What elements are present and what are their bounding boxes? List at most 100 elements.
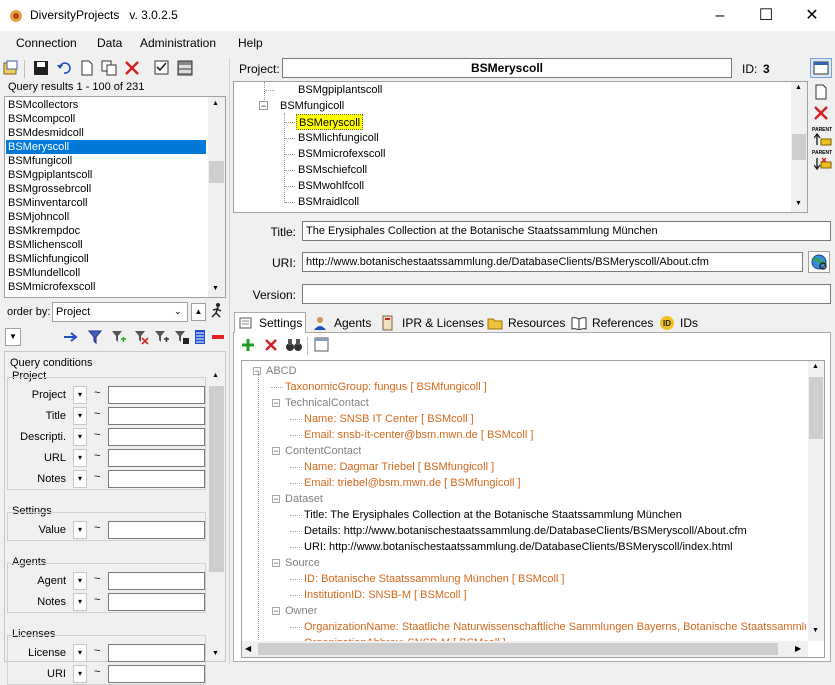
setting-node[interactable]: Email: snsb-it-center@bsm.mwn.de [ BSMco…	[304, 427, 533, 443]
copy-icon[interactable]	[101, 60, 117, 76]
condition-input[interactable]	[108, 521, 205, 539]
uri-field[interactable]: http://www.botanischestaatssammlung.de/D…	[302, 252, 803, 272]
operator-dropdown[interactable]: ▾	[73, 572, 87, 590]
result-item[interactable]: BSMinventarcoll	[6, 196, 206, 210]
maximize-button[interactable]: ☐	[743, 0, 789, 31]
setting-node[interactable]: Title: The Erysiphales Collection at the…	[304, 507, 682, 523]
result-item[interactable]: BSMmicrofexscoll	[6, 280, 206, 294]
tree-expander[interactable]: −	[272, 447, 280, 456]
sort-ascending-button[interactable]: ▲	[191, 303, 206, 321]
tab-settings[interactable]: Settings	[234, 312, 306, 333]
scroll-thumb[interactable]	[792, 134, 806, 160]
hierarchy-node[interactable]: BSMgpiplantscoll	[296, 82, 384, 98]
new-document-icon[interactable]	[814, 84, 828, 100]
operator-dropdown[interactable]: ▾	[73, 521, 87, 539]
tree-expander[interactable]: −	[272, 607, 280, 616]
tab-agents[interactable]: Agents	[310, 313, 372, 333]
setting-node[interactable]: ContentContact	[285, 443, 361, 459]
scroll-down-icon[interactable]: ▼	[795, 200, 802, 207]
scroll-left-icon[interactable]: ◀	[245, 644, 251, 653]
menu-administration[interactable]: Administration	[140, 36, 216, 50]
result-item[interactable]: BSMlichfungicoll	[6, 252, 206, 266]
scroll-thumb[interactable]	[258, 643, 778, 655]
menu-data[interactable]: Data	[97, 36, 122, 50]
condition-input[interactable]	[108, 644, 205, 662]
delete-setting-icon[interactable]	[263, 337, 279, 353]
condition-input[interactable]	[108, 386, 205, 404]
scroll-thumb[interactable]	[209, 386, 224, 572]
project-name-field[interactable]: BSMeryscoll	[282, 58, 732, 78]
tab-ids[interactable]: ID IDs	[656, 313, 702, 333]
save-icon[interactable]	[33, 60, 49, 76]
tree-expander[interactable]: −	[253, 367, 261, 376]
set-parent-button[interactable]: PARENT	[812, 127, 832, 147]
scroll-right-icon[interactable]: ▶	[795, 644, 801, 653]
setting-node[interactable]: TechnicalContact	[285, 395, 369, 411]
scroll-down-icon[interactable]: ▼	[212, 650, 219, 657]
filter-save-icon[interactable]	[173, 329, 189, 345]
hierarchy-node[interactable]: BSMmicrofexscoll	[296, 146, 387, 162]
minus-icon[interactable]	[211, 329, 225, 345]
result-item[interactable]: BSMlichenscoll	[6, 238, 206, 252]
operator-dropdown[interactable]: ▾	[73, 593, 87, 611]
operator-dropdown[interactable]: ▾	[73, 449, 87, 467]
settings-scrollbar-v[interactable]: ▲ ▼	[808, 361, 824, 641]
condition-input[interactable]	[108, 572, 205, 590]
setting-node[interactable]: Name: SNSB IT Center [ BSMcoll ]	[304, 411, 474, 427]
hierarchy-scrollbar[interactable]: ▲ ▼	[791, 82, 807, 212]
open-browser-button[interactable]	[808, 251, 830, 273]
tab-references[interactable]: References	[568, 313, 653, 333]
scroll-up-icon[interactable]: ▲	[795, 84, 802, 91]
version-field[interactable]	[302, 284, 831, 304]
new-icon[interactable]	[79, 60, 95, 76]
menu-help[interactable]: Help	[238, 36, 263, 50]
hierarchy-node[interactable]: BSMlichfungicoll	[296, 130, 381, 146]
window-list-icon[interactable]	[314, 337, 330, 353]
result-item[interactable]: BSMjohncoll	[6, 210, 206, 224]
setting-node[interactable]: ABCD	[266, 363, 297, 379]
order-by-select[interactable]: Project ⌄	[52, 302, 188, 322]
setting-node[interactable]: Owner	[285, 603, 317, 619]
collapse-conditions-button[interactable]: ▼	[5, 328, 21, 346]
splitter[interactable]	[229, 58, 230, 664]
settings-scrollbar-h[interactable]: ◀ ▶	[242, 641, 808, 657]
condition-input[interactable]	[108, 449, 205, 467]
scroll-thumb[interactable]	[209, 161, 224, 183]
setting-node[interactable]: Dataset	[285, 491, 323, 507]
operator-dropdown[interactable]: ▾	[73, 470, 87, 488]
setting-node[interactable]: ID: Botanische Staatssammlung München [ …	[304, 571, 564, 587]
setting-node[interactable]: TaxonomicGroup: fungus [ BSMfungicoll ]	[285, 379, 487, 395]
operator-dropdown[interactable]: ▾	[73, 428, 87, 446]
result-item[interactable]: BSMdesmidcoll	[6, 126, 206, 140]
list-view-icon[interactable]	[193, 329, 207, 345]
scroll-down-icon[interactable]: ▼	[212, 285, 219, 292]
condition-input[interactable]	[108, 593, 205, 611]
arrow-right-icon[interactable]	[62, 329, 80, 345]
add-icon[interactable]	[240, 337, 256, 353]
condition-input[interactable]	[108, 428, 205, 446]
tree-expander[interactable]: −	[272, 559, 280, 568]
filter-list-icon[interactable]	[153, 329, 169, 345]
remove-parent-button[interactable]: PARENT	[812, 150, 832, 170]
hierarchy-node[interactable]: BSMschiefcoll	[296, 162, 369, 178]
filter-add-icon[interactable]	[110, 329, 126, 345]
undo-icon[interactable]	[56, 60, 72, 76]
operator-dropdown[interactable]: ▾	[73, 386, 87, 404]
hierarchy-node[interactable]: BSMfungicoll	[278, 98, 346, 114]
hierarchy-node[interactable]: BSMeryscoll	[296, 114, 364, 130]
result-item[interactable]: BSMgpiplantscoll	[6, 168, 206, 182]
result-item[interactable]: BSMeryscoll	[6, 140, 206, 154]
results-scrollbar[interactable]: ▲ ▼	[208, 97, 225, 297]
hierarchy-node[interactable]: BSMraidlcoll	[296, 194, 361, 210]
result-item[interactable]: BSMcollectors	[6, 98, 206, 112]
scroll-up-icon[interactable]: ▲	[212, 100, 219, 107]
condition-input[interactable]	[108, 470, 205, 488]
tree-expander[interactable]: −	[272, 495, 280, 504]
setting-node[interactable]: OrganizationName: Staatliche Naturwissen…	[304, 619, 806, 635]
setting-node[interactable]: Details: http://www.botanischestaatssamm…	[304, 523, 747, 539]
open-icon[interactable]	[3, 60, 19, 76]
operator-dropdown[interactable]: ▾	[73, 644, 87, 662]
checkbox-icon[interactable]	[154, 60, 170, 76]
setting-node[interactable]: Name: Dagmar Triebel [ BSMfungicoll ]	[304, 459, 494, 475]
result-item[interactable]: BSMgrossebrcoll	[6, 182, 206, 196]
